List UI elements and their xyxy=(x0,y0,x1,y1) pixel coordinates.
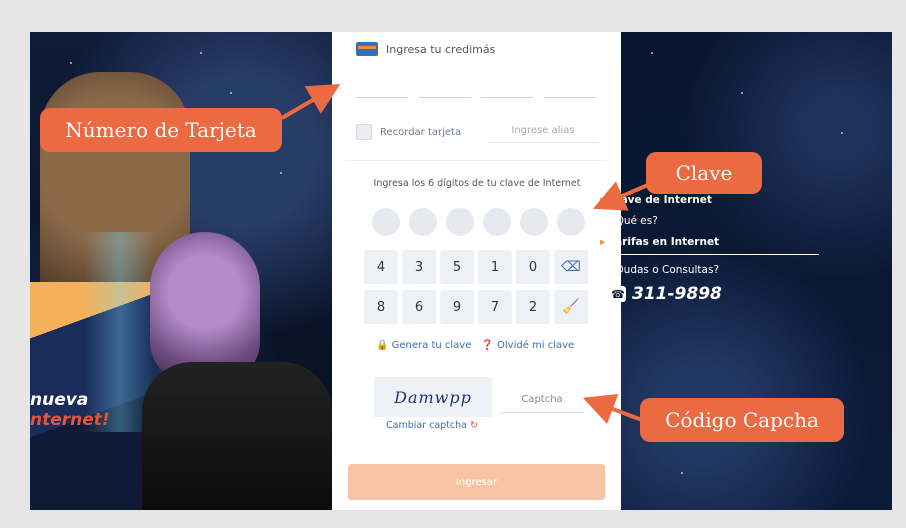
keypad-key[interactable]: 0 xyxy=(516,250,550,284)
captcha-input[interactable]: Captcha xyxy=(500,388,584,413)
password-dot xyxy=(520,208,548,236)
keypad-key[interactable]: 1 xyxy=(478,250,512,284)
card-digits-2[interactable] xyxy=(418,96,471,98)
keypad-key[interactable]: 2 xyxy=(516,290,550,324)
keypad-key[interactable]: 7 xyxy=(478,290,512,324)
password-dot xyxy=(372,208,400,236)
virtual-keypad: 4 3 5 1 0 ⌫ 8 6 9 7 2 🧹 xyxy=(364,250,588,324)
password-instruction: Ingresa los 6 dígitos de tu clave de Int… xyxy=(373,178,581,189)
side-links: ▸ Clave de Internet ¿Qué es? ▸ Tarifas en … xyxy=(600,190,719,253)
remember-label: Recordar tarjeta xyxy=(380,126,462,138)
link-que-es-label: ¿Qué es? xyxy=(610,215,658,227)
keypad-key[interactable]: 6 xyxy=(402,290,436,324)
broom-icon[interactable]: 🧹 xyxy=(554,290,588,324)
card-digits-1[interactable] xyxy=(356,96,408,98)
forgot-password-label: Olvidé mi clave xyxy=(497,340,575,351)
remember-card[interactable]: Recordar tarjeta xyxy=(356,124,461,140)
link-tarifas[interactable]: ▸ Tarifas en Internet xyxy=(600,232,719,253)
change-captcha-link[interactable]: Cambiar captcha ↻ xyxy=(386,420,478,431)
alien-coat xyxy=(142,362,332,510)
lock-icon: 🔒 xyxy=(376,340,389,351)
promo-banner: nueva nternet! xyxy=(30,32,332,510)
generate-password-link[interactable]: 🔒 Genera tu clave xyxy=(376,340,471,351)
keypad-key[interactable]: 8 xyxy=(364,290,398,324)
phone-label: 311-9898 xyxy=(632,284,722,304)
credit-card-icon xyxy=(356,42,378,56)
caret-icon: ▸ xyxy=(600,236,606,248)
callout-card-number: Número de Tarjeta xyxy=(40,108,282,152)
password-dots xyxy=(372,208,585,236)
promo-text: nueva nternet! xyxy=(30,390,110,430)
promo-line2: nternet! xyxy=(30,410,110,430)
phone-number[interactable]: ☎ 311-9898 xyxy=(610,284,722,304)
card-prompt-row: Ingresa tu credimás xyxy=(356,42,495,56)
password-dot xyxy=(409,208,437,236)
submit-button[interactable]: Ingresar xyxy=(348,464,605,500)
phone-icon: ☎ xyxy=(610,286,626,302)
password-dot xyxy=(446,208,474,236)
forgot-password-link[interactable]: ❓ Olvidé mi clave xyxy=(481,340,574,351)
help-icon: ❓ xyxy=(481,340,494,351)
divider xyxy=(609,254,819,255)
alias-input[interactable]: Ingrese alias xyxy=(488,120,598,143)
keypad-key[interactable]: 3 xyxy=(402,250,436,284)
backspace-icon[interactable]: ⌫ xyxy=(554,250,588,284)
link-que-es[interactable]: ¿Qué es? xyxy=(600,211,719,232)
callout-captcha: Código Capcha xyxy=(640,398,844,442)
card-digits-3[interactable] xyxy=(481,96,534,98)
divider xyxy=(346,160,606,161)
card-prompt-label: Ingresa tu credimás xyxy=(386,42,496,56)
remember-checkbox[interactable] xyxy=(356,124,372,140)
promo-line1: nueva xyxy=(30,390,89,410)
card-digits-4[interactable] xyxy=(543,96,596,98)
card-number-input[interactable] xyxy=(356,96,596,98)
password-links: 🔒 Genera tu clave ❓ Olvidé mi clave xyxy=(376,340,574,351)
captcha-image: Damwpp xyxy=(374,377,492,417)
link-tarifas-label: Tarifas en Internet xyxy=(609,236,720,248)
password-dot xyxy=(557,208,585,236)
keypad-key[interactable]: 9 xyxy=(440,290,474,324)
link-clave-internet-label: Clave de Internet xyxy=(609,194,712,206)
password-dot xyxy=(483,208,511,236)
keypad-key[interactable]: 5 xyxy=(440,250,474,284)
help-text: ¿Dudas o Consultas? xyxy=(610,264,720,276)
generate-password-label: Genera tu clave xyxy=(391,340,472,351)
refresh-icon: ↻ xyxy=(470,420,478,431)
alien-character xyxy=(150,232,260,382)
login-form: Ingresa tu credimás Recordar tarjeta Ing… xyxy=(332,32,621,510)
callout-password: Clave xyxy=(646,152,762,194)
change-captcha-label: Cambiar captcha xyxy=(386,420,467,431)
caret-icon: ▸ xyxy=(600,194,606,206)
keypad-key[interactable]: 4 xyxy=(364,250,398,284)
